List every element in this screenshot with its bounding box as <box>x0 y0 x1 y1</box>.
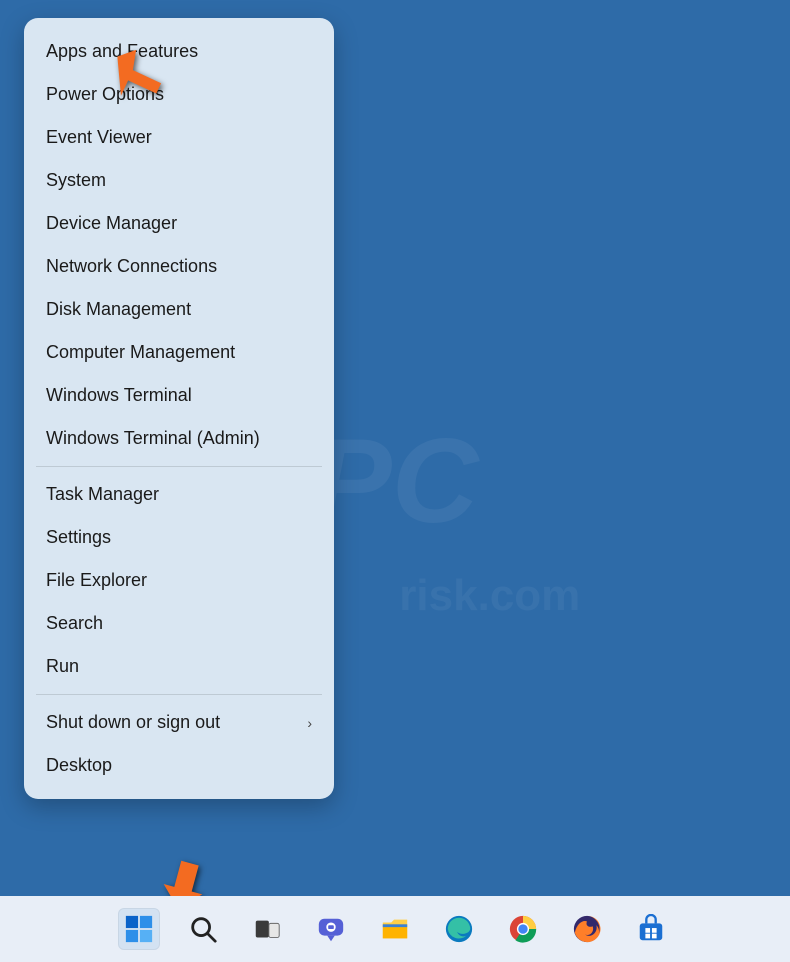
menu-item-apps-and-features[interactable]: Apps and Features <box>24 30 334 73</box>
menu-item-label: Computer Management <box>46 342 235 363</box>
menu-item-file-explorer[interactable]: File Explorer <box>24 559 334 602</box>
menu-item-label: Network Connections <box>46 256 217 277</box>
menu-item-label: Task Manager <box>46 484 159 505</box>
firefox-icon <box>572 914 602 944</box>
watermark-text: PC <box>312 412 479 550</box>
menu-item-shut-down-or-sign-out[interactable]: Shut down or sign out › <box>24 701 334 744</box>
menu-item-device-manager[interactable]: Device Manager <box>24 202 334 245</box>
folder-icon <box>380 914 410 944</box>
menu-item-label: System <box>46 170 106 191</box>
menu-item-event-viewer[interactable]: Event Viewer <box>24 116 334 159</box>
search-button[interactable] <box>182 908 224 950</box>
menu-item-computer-management[interactable]: Computer Management <box>24 331 334 374</box>
menu-divider <box>36 694 322 695</box>
fileexplorer-button[interactable] <box>374 908 416 950</box>
desktop: PC risk.com Apps and FeaturesPower Optio… <box>0 0 790 962</box>
taskview-icon <box>252 914 282 944</box>
edge-icon <box>444 914 474 944</box>
menu-item-label: Event Viewer <box>46 127 152 148</box>
menu-item-label: Disk Management <box>46 299 191 320</box>
menu-item-label: File Explorer <box>46 570 147 591</box>
menu-item-run[interactable]: Run <box>24 645 334 688</box>
menu-item-label: Windows Terminal (Admin) <box>46 428 260 449</box>
watermark-sub: risk.com <box>399 571 580 621</box>
menu-item-system[interactable]: System <box>24 159 334 202</box>
menu-item-label: Shut down or sign out <box>46 712 220 733</box>
menu-item-label: Settings <box>46 527 111 548</box>
firefox-button[interactable] <box>566 908 608 950</box>
search-icon <box>188 914 218 944</box>
chevron-right-icon: › <box>307 715 312 731</box>
menu-item-network-connections[interactable]: Network Connections <box>24 245 334 288</box>
menu-item-settings[interactable]: Settings <box>24 516 334 559</box>
chat-button[interactable] <box>310 908 352 950</box>
menu-item-desktop[interactable]: Desktop <box>24 744 334 787</box>
chrome-icon <box>508 914 538 944</box>
menu-item-search[interactable]: Search <box>24 602 334 645</box>
menu-item-label: Search <box>46 613 103 634</box>
menu-item-disk-management[interactable]: Disk Management <box>24 288 334 331</box>
windows-icon <box>124 914 154 944</box>
menu-item-label: Run <box>46 656 79 677</box>
taskview-button[interactable] <box>246 908 288 950</box>
menu-item-label: Windows Terminal <box>46 385 192 406</box>
chrome-button[interactable] <box>502 908 544 950</box>
menu-item-task-manager[interactable]: Task Manager <box>24 473 334 516</box>
taskbar <box>0 896 790 962</box>
start-button[interactable] <box>118 908 160 950</box>
arrow-annotation-top <box>115 50 175 105</box>
menu-item-label: Device Manager <box>46 213 177 234</box>
edge-button[interactable] <box>438 908 480 950</box>
chat-icon <box>316 914 346 944</box>
menu-item-power-options[interactable]: Power Options <box>24 73 334 116</box>
menu-divider <box>36 466 322 467</box>
menu-item-windows-terminal[interactable]: Windows Terminal <box>24 374 334 417</box>
winx-menu: Apps and FeaturesPower Options Event View… <box>24 18 334 799</box>
menu-item-label: Desktop <box>46 755 112 776</box>
menu-item-windows-terminal-admin-[interactable]: Windows Terminal (Admin) <box>24 417 334 460</box>
store-button[interactable] <box>630 908 672 950</box>
store-icon <box>636 914 666 944</box>
